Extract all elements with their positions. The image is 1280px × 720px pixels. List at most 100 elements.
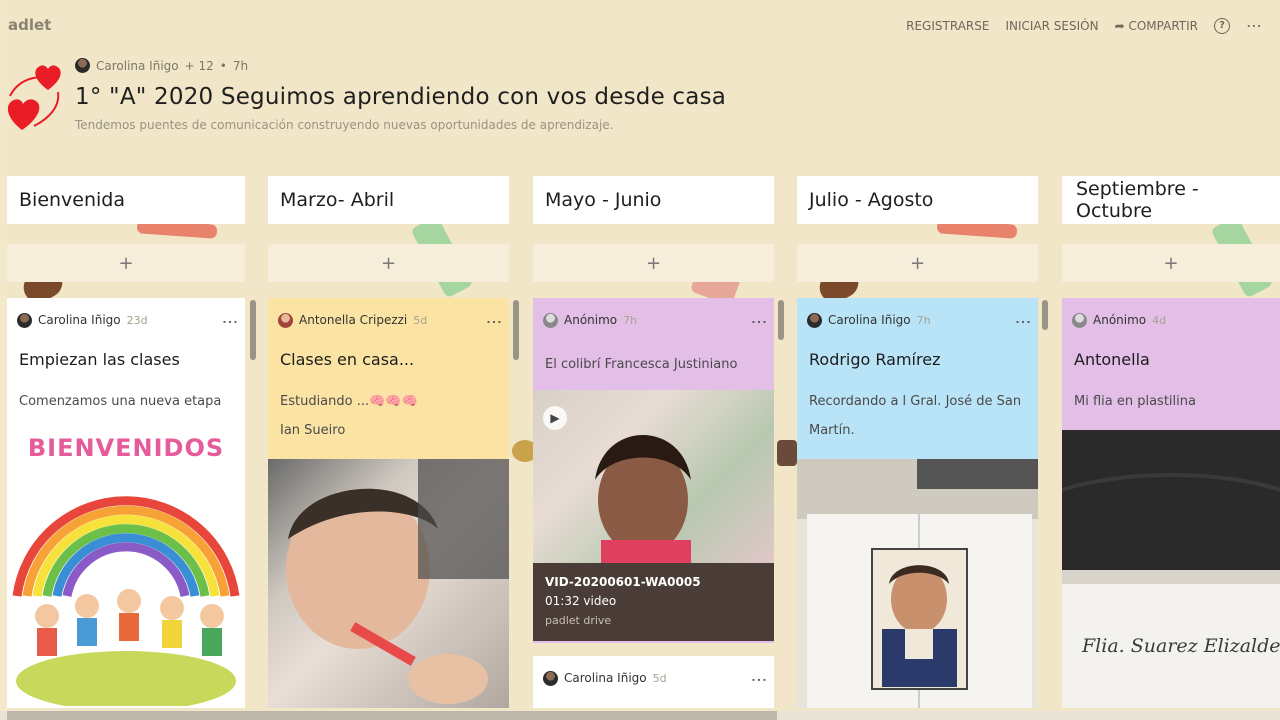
post-author: Carolina Iñigo xyxy=(564,671,647,685)
post-body: Comenzamos una nueva etapa xyxy=(19,394,222,409)
video-source: padlet drive xyxy=(545,614,612,627)
post-author: Antonella Cripezzi xyxy=(299,313,408,327)
author-avatar xyxy=(75,58,90,73)
post-author: Anónimo xyxy=(1093,313,1147,327)
column-scrollbar[interactable] xyxy=(513,300,519,360)
post-body-line: Ian Sueiro xyxy=(280,423,346,438)
share-button[interactable]: ➦ COMPARTIR xyxy=(1115,19,1198,33)
author-avatar xyxy=(807,312,822,328)
column-scrollbar[interactable] xyxy=(250,300,256,360)
post-author: Carolina Iñigo xyxy=(38,313,121,327)
decor-shape xyxy=(777,440,797,466)
column-title[interactable]: Mayo - Junio xyxy=(533,176,774,224)
add-post-button[interactable]: + xyxy=(7,244,245,282)
post-card[interactable]: Carolina Iñigo 5d ⋮ xyxy=(533,656,774,708)
hearts-icon xyxy=(7,65,61,130)
share-label: COMPARTIR xyxy=(1128,18,1198,33)
board-age: 7h xyxy=(232,58,249,73)
post-menu-icon[interactable]: ⋮ xyxy=(485,314,504,327)
video-thumbnail[interactable]: ▶ xyxy=(533,390,774,570)
notebook-photo xyxy=(797,459,1038,708)
post-body: Estudiando ...🧠🧠🧠 Ian Sueiro xyxy=(268,387,509,445)
author-avatar xyxy=(17,312,32,328)
like-count[interactable]: + 12 xyxy=(185,59,214,73)
add-post-button[interactable]: + xyxy=(1062,244,1280,282)
post-header: Antonella Cripezzi 5d ⋮ xyxy=(268,298,509,330)
post-title: Antonella xyxy=(1074,350,1150,369)
author-avatar xyxy=(543,670,558,686)
post-body-line: Martín. xyxy=(809,423,855,438)
author-avatar xyxy=(1072,312,1087,328)
padlet-logo[interactable]: adlet xyxy=(8,16,51,34)
meta-separator: • xyxy=(219,58,227,73)
author-avatar xyxy=(278,312,293,328)
login-link[interactable]: INICIAR SESIÓN xyxy=(1005,19,1098,33)
board-meta: Carolina Iñigo + 12 • 7h xyxy=(75,58,248,73)
post-header: Anónimo 4d xyxy=(1062,298,1280,330)
post-card[interactable]: Antonella Cripezzi 5d ⋮ Clases en casa..… xyxy=(268,298,509,708)
post-time: 4d xyxy=(1152,313,1167,327)
post-time: 23d xyxy=(126,313,148,327)
post-title: Rodrigo Ramírez xyxy=(809,350,941,369)
post-title: Empiezan las clases xyxy=(19,350,180,369)
post-header: Carolina Iñigo 7h ⋮ xyxy=(797,298,1038,330)
column-scrollbar[interactable] xyxy=(1042,300,1048,330)
girl-photo xyxy=(595,435,691,570)
post-time: 5d xyxy=(652,671,667,685)
board-subtitle: Tendemos puentes de comunicación constru… xyxy=(75,118,614,132)
post-title: Clases en casa... xyxy=(280,350,415,369)
post-card[interactable]: Carolina Iñigo 23d ⋮ Empiezan las clases… xyxy=(7,298,245,708)
post-body-line: Estudiando ...🧠🧠🧠 xyxy=(280,394,418,409)
column-title[interactable]: Marzo- Abril xyxy=(268,176,509,224)
video-meta: 01:32 video xyxy=(545,594,617,608)
post-time: 7h xyxy=(623,313,638,327)
post-body: El colibrí Francesca Justiniano xyxy=(545,357,738,372)
rainbow-illustration xyxy=(12,496,240,706)
add-post-button[interactable]: + xyxy=(533,244,774,282)
board-title: 1° "A" 2020 Seguimos aprendiendo con vos… xyxy=(75,84,727,110)
share-arrow-icon: ➦ xyxy=(1114,18,1125,33)
post-body-line: Recordando a l Gral. José de San xyxy=(809,394,1022,409)
horizontal-scrollbar[interactable] xyxy=(0,711,1280,720)
post-image[interactable] xyxy=(268,459,509,708)
plasticine-photo xyxy=(1062,430,1280,708)
post-author: Carolina Iñigo xyxy=(828,313,911,327)
post-body: Recordando a l Gral. José de San Martín. xyxy=(797,387,1038,445)
column-scrollbar[interactable] xyxy=(778,300,784,340)
board-author[interactable]: Carolina Iñigo xyxy=(96,59,179,73)
post-card[interactable]: Anónimo 7h ⋮ El colibrí Francesca Justin… xyxy=(533,298,774,643)
post-menu-icon[interactable]: ⋮ xyxy=(750,314,769,327)
column-title[interactable]: Bienvenida xyxy=(7,176,245,224)
column-mayo-junio: Mayo - Junio + xyxy=(533,176,774,282)
column-marzo-abril: Marzo- Abril + xyxy=(268,176,509,282)
column-julio-agosto: Julio - Agosto + xyxy=(797,176,1038,282)
post-time: 5d xyxy=(413,313,428,327)
add-post-button[interactable]: + xyxy=(797,244,1038,282)
column-septiembre-octubre: Septiembre - Octubre + xyxy=(1062,176,1280,282)
play-icon[interactable]: ▶ xyxy=(543,406,567,430)
post-image[interactable]: BIENVENIDOS xyxy=(7,430,245,708)
post-menu-icon[interactable]: ⋮ xyxy=(221,314,240,327)
child-writing-photo xyxy=(286,459,509,704)
help-icon[interactable]: ? xyxy=(1214,17,1230,34)
post-time: 7h xyxy=(916,313,931,327)
add-post-button[interactable]: + xyxy=(268,244,509,282)
post-card[interactable]: Carolina Iñigo 7h ⋮ Rodrigo Ramírez Reco… xyxy=(797,298,1038,708)
post-author: Anónimo xyxy=(564,313,618,327)
column-bienvenida: Bienvenida + xyxy=(7,176,245,282)
post-image[interactable] xyxy=(797,459,1038,708)
author-avatar xyxy=(543,312,558,328)
column-title[interactable]: Julio - Agosto xyxy=(797,176,1038,224)
post-card[interactable]: Anónimo 4d Antonella Mi flia en plastili… xyxy=(1062,298,1280,708)
more-options-icon[interactable]: ⋯ xyxy=(1246,16,1262,35)
post-header: Anónimo 7h ⋮ xyxy=(533,298,774,330)
post-menu-icon[interactable]: ⋮ xyxy=(1014,314,1033,327)
post-image[interactable]: Flia. Suarez Elizaldes xyxy=(1062,430,1280,708)
post-menu-icon[interactable]: ⋮ xyxy=(750,672,769,685)
bienvenidos-banner: BIENVENIDOS xyxy=(27,434,225,462)
scrollbar-thumb[interactable] xyxy=(7,711,777,720)
post-header: Carolina Iñigo 23d ⋮ xyxy=(7,298,245,330)
post-header: Carolina Iñigo 5d ⋮ xyxy=(533,656,774,688)
register-link[interactable]: REGISTRARSE xyxy=(906,19,989,33)
column-title[interactable]: Septiembre - Octubre xyxy=(1062,176,1280,224)
